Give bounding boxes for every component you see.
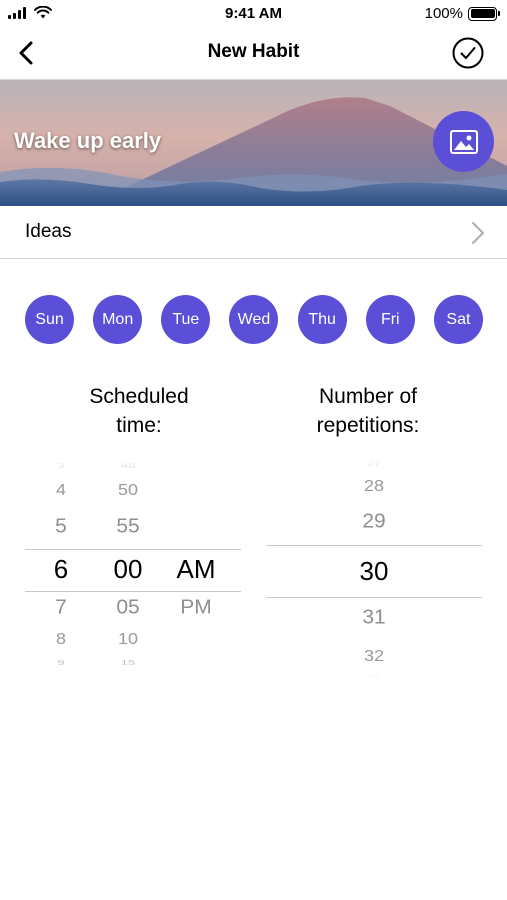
ampm-option-selected: AM (176, 554, 216, 584)
image-icon (449, 129, 478, 154)
day-sun-button[interactable]: Sun (25, 295, 74, 344)
repetition-option: 31 (362, 606, 386, 629)
habit-title[interactable]: Wake up early (14, 128, 161, 154)
hour-option: 7 (55, 596, 67, 619)
repetition-option: 32 (363, 647, 385, 665)
time-picker[interactable]: 3 4 5 6 7 8 9 45 50 55 00 05 10 15 AM PM (25, 458, 241, 680)
ideas-label: Ideas (25, 221, 72, 242)
battery-percent: 100% (424, 5, 463, 22)
change-image-button[interactable] (433, 111, 494, 172)
habit-banner: Wake up early (0, 80, 507, 206)
day-sat-button[interactable]: Sat (433, 295, 483, 344)
repetition-option: 27 (366, 459, 382, 468)
picker-selection-line-bottom (266, 597, 482, 598)
hour-option: 5 (55, 515, 67, 538)
minute-option: 05 (116, 596, 140, 619)
minute-option: 45 (120, 461, 136, 470)
battery-icon (468, 6, 500, 21)
picker-selection-line-top (25, 549, 241, 550)
scheduled-time-heading-line1: Scheduled (89, 385, 189, 408)
status-bar: 9:41 AM 100% (0, 0, 507, 28)
ampm-option: PM (180, 596, 212, 619)
repetitions-picker[interactable]: 27 28 29 30 31 32 33 (266, 458, 482, 680)
minute-option-selected: 00 (113, 554, 143, 584)
hour-option: 4 (55, 481, 66, 499)
repetitions-heading-line1: Number of (318, 385, 418, 408)
minute-option: 10 (117, 630, 139, 648)
scheduled-time-heading-line2: time: (116, 414, 162, 437)
day-fri-button[interactable]: Fri (365, 295, 415, 344)
day-mon-button[interactable]: Mon (93, 295, 143, 344)
scheduled-time-heading: Scheduled time: (39, 382, 239, 440)
hour-option: 9 (57, 658, 65, 667)
status-right: 100% (424, 5, 500, 22)
navigation-bar: New Habit (0, 28, 507, 80)
page-title: New Habit (207, 41, 300, 62)
minute-option: 50 (117, 481, 139, 499)
hour-option: 3 (57, 461, 65, 470)
hour-option: 8 (55, 630, 66, 648)
day-wed-button[interactable]: Wed (229, 295, 279, 344)
minute-option: 15 (120, 658, 136, 667)
day-thu-button[interactable]: Thu (297, 295, 347, 344)
checkmark-circle-icon[interactable] (451, 36, 485, 70)
minute-option: 55 (116, 515, 140, 538)
repetition-option: 29 (362, 510, 386, 533)
repetitions-heading-line2: repetitions: (316, 414, 420, 437)
repetition-option: 33 (366, 673, 382, 680)
hour-option-selected: 6 (53, 554, 69, 584)
picker-selection-line-bottom (25, 591, 241, 592)
repetitions-heading: Number of repetitions: (268, 382, 468, 440)
repetition-option: 28 (363, 477, 385, 495)
ideas-row[interactable]: Ideas (0, 206, 507, 259)
day-tue-button[interactable]: Tue (161, 295, 211, 344)
weekday-selector: Sun Mon Tue Wed Thu Fri Sat (25, 295, 483, 344)
repetition-option-selected: 30 (359, 556, 389, 586)
chevron-right-icon (471, 221, 485, 245)
picker-selection-line-top (266, 545, 482, 546)
